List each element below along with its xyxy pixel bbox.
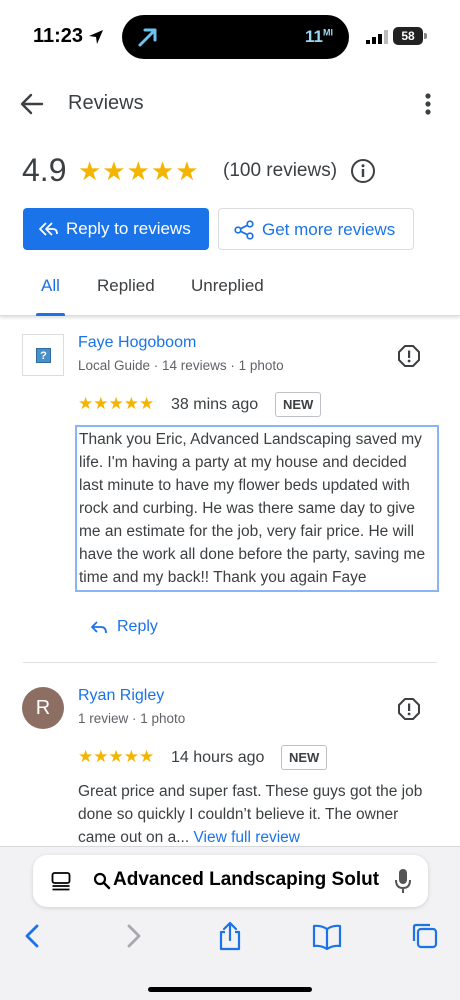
reply-to-reviews-button[interactable]: Reply to reviews <box>23 208 209 250</box>
browser-toolbar: Advanced Landscaping Solut <box>0 846 460 1000</box>
avatar[interactable]: R <box>22 687 64 729</box>
avatar[interactable]: ? <box>22 334 64 376</box>
average-rating: 4.9 <box>22 152 67 188</box>
bookmarks-icon[interactable] <box>312 921 342 951</box>
cellular-signal-icon <box>366 30 388 44</box>
tab-all[interactable]: All <box>41 276 60 296</box>
page-title: Reviews <box>68 92 144 114</box>
new-badge: NEW <box>281 745 328 770</box>
search-icon <box>93 872 111 890</box>
review-time: 38 mins ago <box>171 396 259 413</box>
share-icon <box>234 220 254 240</box>
active-tab-indicator <box>36 313 65 316</box>
info-icon[interactable] <box>350 158 376 184</box>
review-time: 14 hours ago <box>171 749 265 766</box>
view-full-review-link[interactable]: View full review <box>193 829 300 846</box>
app-header: Reviews <box>0 80 460 126</box>
back-arrow-icon[interactable] <box>18 90 46 118</box>
browser-back-icon[interactable] <box>18 921 48 951</box>
reviewer-name[interactable]: Ryan Rigley <box>78 687 164 705</box>
more-options-icon[interactable] <box>416 90 440 118</box>
review-divider <box>23 662 437 663</box>
rating-summary: 4.9 ★★★★★ (100 reviews) <box>22 150 442 194</box>
reviewer-meta: Local Guide · 14 reviews · 1 photo <box>78 358 284 373</box>
location-arrow-icon <box>89 30 103 44</box>
home-indicator[interactable] <box>148 987 312 992</box>
status-time: 11:23 <box>33 25 84 47</box>
filter-tabs: All Replied Unreplied <box>0 262 460 316</box>
placeholder-image-icon: ? <box>36 348 51 363</box>
review-stars: ★★★★★ <box>78 394 155 413</box>
microphone-icon[interactable] <box>393 867 413 895</box>
new-badge: NEW <box>275 392 322 417</box>
rating-stars: ★★★★★ <box>78 156 200 186</box>
tab-replied[interactable]: Replied <box>97 276 155 296</box>
report-icon[interactable] <box>397 697 421 721</box>
battery-nub <box>424 33 427 39</box>
review-text: Great price and super fast. These guys g… <box>78 780 428 849</box>
review-stars: ★★★★★ <box>78 747 155 766</box>
address-text[interactable]: Advanced Landscaping Solut <box>113 869 379 891</box>
reply-to-reviews-label: Reply to reviews <box>66 219 191 238</box>
review-text[interactable]: Thank you Eric, Advanced Landscaping sav… <box>75 425 439 592</box>
browser-forward-icon[interactable] <box>118 921 148 951</box>
get-more-reviews-label: Get more reviews <box>262 220 396 239</box>
share-icon[interactable] <box>215 921 245 951</box>
reply-icon <box>91 621 107 634</box>
reply-label: Reply <box>117 618 158 635</box>
status-bar: 11:23 11MI 58 <box>0 0 460 74</box>
address-bar[interactable]: Advanced Landscaping Solut <box>33 855 428 907</box>
tab-unreplied[interactable]: Unreplied <box>191 276 264 296</box>
navigation-arrow-icon <box>138 28 157 47</box>
reviewer-meta: 1 review · 1 photo <box>78 711 186 726</box>
battery-icon: 58 <box>393 27 423 45</box>
report-icon[interactable] <box>397 344 421 368</box>
get-more-reviews-button[interactable]: Get more reviews <box>218 208 414 250</box>
tabs-icon[interactable] <box>410 921 440 951</box>
page-menu-icon[interactable] <box>51 871 71 891</box>
island-distance: 11MI <box>305 27 333 46</box>
review-count: (100 reviews) <box>223 160 338 181</box>
reviewer-name[interactable]: Faye Hogoboom <box>78 334 196 352</box>
reply-all-icon <box>39 222 58 236</box>
dynamic-island[interactable]: 11MI <box>122 15 349 59</box>
